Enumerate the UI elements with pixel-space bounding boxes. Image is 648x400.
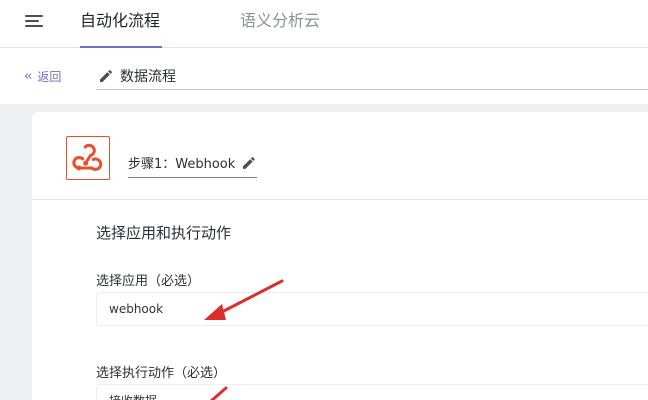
back-label: 返回 bbox=[37, 69, 62, 84]
action-select-input[interactable]: 接收数据 bbox=[96, 384, 648, 400]
menu-icon[interactable] bbox=[25, 13, 45, 29]
step-header: 步骤1：Webhook bbox=[32, 112, 648, 200]
step-card: 步骤1：Webhook 选择应用和执行动作 选择应用（必选） webhook 选… bbox=[32, 112, 648, 400]
app-select-input[interactable]: webhook bbox=[96, 292, 648, 326]
pencil-icon[interactable] bbox=[241, 155, 257, 171]
webhook-icon bbox=[66, 136, 110, 180]
tab-automation-flow[interactable]: 自动化流程 bbox=[80, 0, 163, 48]
flow-title-field[interactable]: 数据流程 bbox=[96, 62, 648, 90]
pencil-icon bbox=[100, 69, 113, 82]
section-title: 选择应用和执行动作 bbox=[96, 224, 232, 242]
top-bar: 自动化流程 语义分析云 bbox=[0, 0, 648, 48]
step-title: 步骤1：Webhook bbox=[128, 157, 236, 172]
sub-header: ‹‹ 返回 数据流程 bbox=[0, 48, 648, 104]
app-select-label: 选择应用（必选） bbox=[96, 274, 201, 289]
action-select-label: 选择执行动作（必选） bbox=[96, 366, 227, 381]
back-button[interactable]: ‹‹ 返回 bbox=[24, 67, 61, 85]
double-chevron-left-icon: ‹‹ bbox=[24, 68, 33, 84]
flow-title: 数据流程 bbox=[120, 68, 176, 85]
tab-semantic-cloud[interactable]: 语义分析云 bbox=[240, 0, 320, 48]
step-title-field[interactable]: 步骤1：Webhook bbox=[128, 148, 257, 178]
